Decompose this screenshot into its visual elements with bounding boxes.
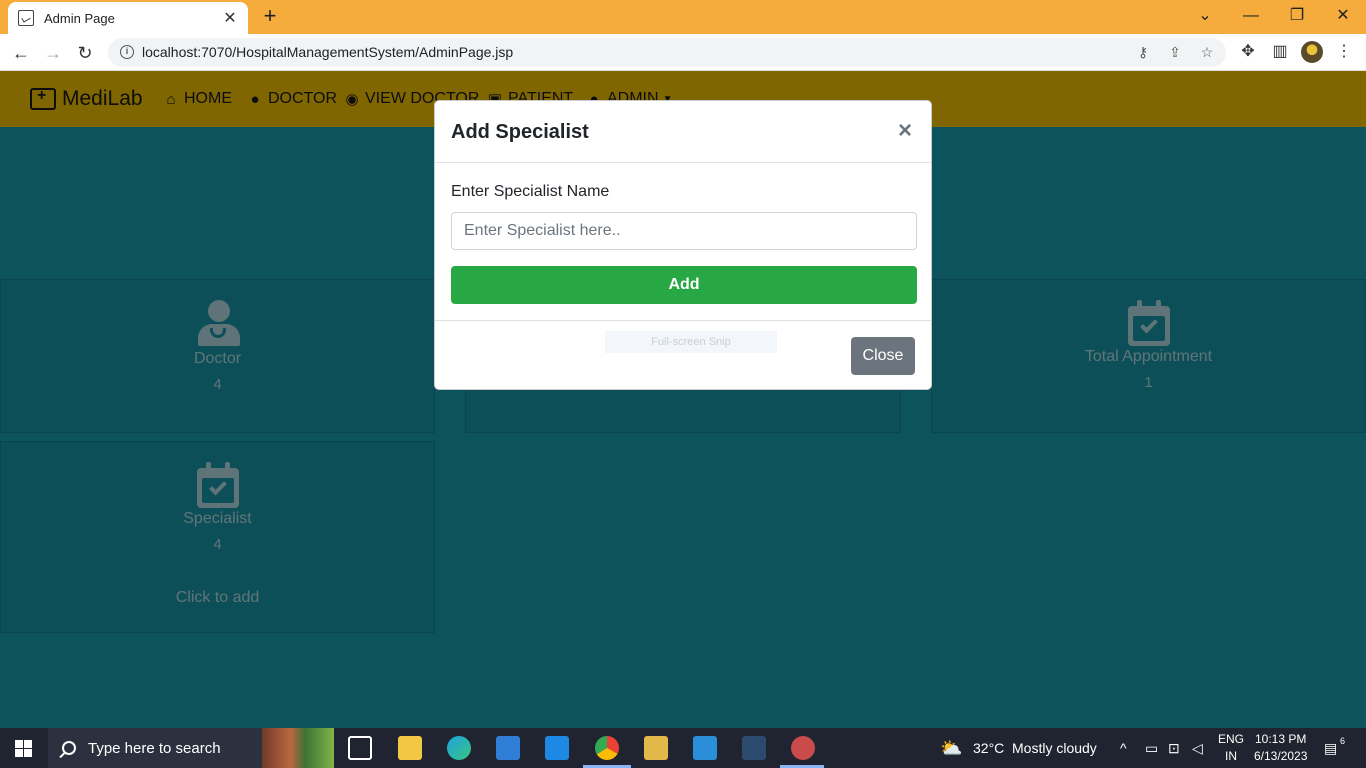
windows-start-icon[interactable] xyxy=(15,740,32,757)
volume-icon[interactable]: ◁ xyxy=(1192,728,1210,768)
back-arrow-icon[interactable]: ← xyxy=(8,40,34,66)
reload-icon[interactable]: ↻ xyxy=(72,40,98,66)
browser-tab[interactable]: Admin Page ✕ xyxy=(8,2,248,34)
tray-expand-icon[interactable]: ^ xyxy=(1120,728,1136,768)
extensions-puzzle-icon[interactable]: ✥ xyxy=(1236,40,1260,64)
close-window-button[interactable]: ✕ xyxy=(1328,4,1358,28)
chrome-menu-icon[interactable]: ⋮ xyxy=(1332,40,1356,64)
modal-footer: Full-screen Snip Close xyxy=(435,320,931,391)
notification-glyph: ▤ xyxy=(1324,740,1338,756)
specialist-name-label: Enter Specialist Name xyxy=(451,183,610,200)
bookmark-star-icon[interactable]: ☆ xyxy=(1198,43,1216,61)
weather-cloud-icon[interactable]: ⛅ xyxy=(940,728,966,768)
modal-title: Add Specialist xyxy=(451,121,589,143)
windows-taskbar: Type here to search ⛅ 32°C Mostly cloudy… xyxy=(0,728,1366,768)
address-bar[interactable]: i localhost:7070/HospitalManagementSyste… xyxy=(108,38,1226,67)
weather-temperature[interactable]: 32°C xyxy=(973,728,1004,768)
forward-arrow-icon[interactable]: → xyxy=(40,40,66,66)
site-info-icon[interactable]: i xyxy=(120,45,134,59)
modal-close-button[interactable]: Close xyxy=(851,337,915,375)
taskbar-search-box[interactable]: Type here to search xyxy=(48,728,334,768)
page-content: MediLab ⌂ HOME ● DOCTOR ◉ VIEW DOCTOR ▣ … xyxy=(0,71,1366,728)
file-explorer-icon[interactable] xyxy=(398,736,422,760)
tab-search-chevron-icon[interactable]: ⌄ xyxy=(1190,4,1220,28)
clock-time: 10:13 PM xyxy=(1255,732,1307,746)
taskbar-search-placeholder: Type here to search xyxy=(88,739,221,757)
region-code: IN xyxy=(1225,749,1237,763)
specialist-name-input[interactable] xyxy=(451,212,917,250)
tab-title: Admin Page xyxy=(44,10,115,26)
profile-avatar[interactable] xyxy=(1301,41,1323,63)
side-panel-icon[interactable]: ▥ xyxy=(1268,40,1292,64)
netbeans-icon[interactable] xyxy=(644,736,668,760)
add-specialist-modal: Add Specialist × Enter Specialist Name A… xyxy=(434,100,932,390)
search-highlight-image xyxy=(262,728,334,768)
network-icon[interactable]: ⊡ xyxy=(1168,728,1186,768)
clock-date: 6/13/2023 xyxy=(1254,749,1308,763)
restore-window-button[interactable]: ❐ xyxy=(1282,4,1312,28)
tab-close-icon[interactable]: ✕ xyxy=(222,8,238,28)
modal-header: Add Specialist × xyxy=(435,101,931,163)
add-specialist-button[interactable]: Add xyxy=(451,266,917,304)
new-tab-button[interactable]: + xyxy=(258,5,282,29)
vscode-icon[interactable] xyxy=(693,736,717,760)
chrome-icon[interactable] xyxy=(595,736,619,760)
url-text: localhost:7070/HospitalManagementSystem/… xyxy=(142,44,514,60)
microsoft-store-icon[interactable] xyxy=(496,736,520,760)
modal-close-icon[interactable]: × xyxy=(895,117,915,145)
browser-tab-strip: Admin Page ✕ + ⌄ — ❐ ✕ xyxy=(0,0,1366,34)
snip-tooltip: Full-screen Snip xyxy=(605,331,777,353)
system-clock[interactable]: 10:13 PM 6/13/2023 xyxy=(1254,731,1307,765)
meet-now-icon[interactable]: ▭ xyxy=(1145,728,1161,768)
weather-condition[interactable]: Mostly cloudy xyxy=(1012,728,1097,768)
browser-toolbar: ← → ↻ i localhost:7070/HospitalManagemen… xyxy=(0,34,1366,71)
mysql-workbench-icon[interactable] xyxy=(742,736,766,760)
notification-icon[interactable]: ▤ 6 xyxy=(1324,728,1346,768)
share-icon[interactable]: ⇪ xyxy=(1166,43,1184,61)
edge-browser-icon[interactable] xyxy=(447,736,471,760)
language-code: ENG xyxy=(1218,732,1245,746)
task-view-icon[interactable] xyxy=(348,736,372,760)
page-favicon-icon xyxy=(18,10,34,26)
mail-icon[interactable] xyxy=(545,736,569,760)
minimize-window-button[interactable]: — xyxy=(1236,4,1266,28)
key-icon[interactable]: ⚷ xyxy=(1134,43,1152,61)
search-icon xyxy=(62,741,76,755)
snipping-tool-icon[interactable] xyxy=(791,736,815,760)
input-language[interactable]: ENG IN xyxy=(1218,731,1244,765)
notification-count: 6 xyxy=(1340,736,1346,746)
